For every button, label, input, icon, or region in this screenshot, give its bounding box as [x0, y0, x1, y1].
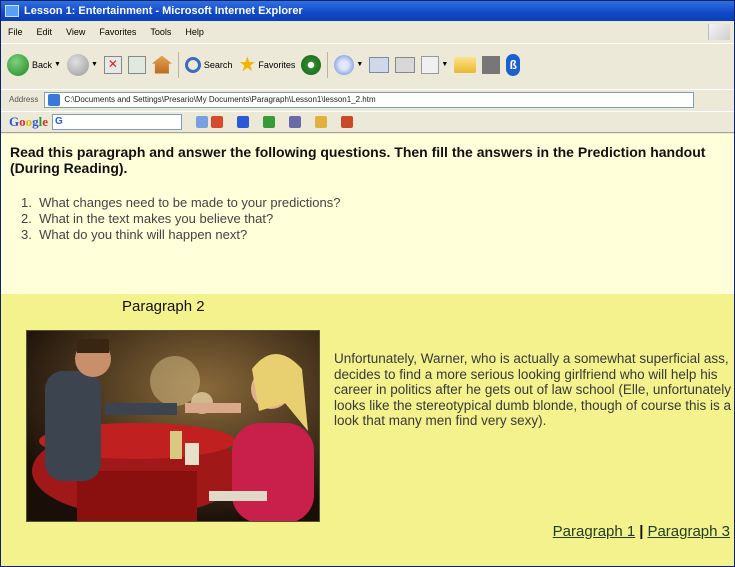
menu-view[interactable]: View — [59, 27, 92, 37]
print-button[interactable] — [395, 56, 416, 73]
folder-icon — [454, 56, 477, 73]
star-icon: ★ — [238, 53, 257, 76]
toolbar-separator — [177, 51, 179, 78]
question-item: 2. What in the text makes you believe th… — [21, 211, 274, 226]
address-input[interactable]: C:\Documents and Settings\Presario\My Do… — [44, 91, 695, 108]
paragraph-heading: Paragraph 2 — [122, 298, 205, 315]
menu-edit[interactable]: Edit — [30, 27, 60, 37]
question-item: 3. What do you think will happen next? — [21, 227, 248, 242]
chevron-down-icon[interactable]: ▼ — [441, 61, 448, 68]
home-icon — [151, 55, 172, 74]
instructions-text: Read this paragraph and answer the follo… — [10, 144, 706, 176]
chevron-down-icon[interactable]: ▼ — [356, 61, 363, 68]
page-icon — [48, 93, 61, 106]
menu-favorites[interactable]: Favorites — [92, 27, 143, 37]
back-label: Back — [32, 59, 53, 70]
menu-help[interactable]: Help — [178, 27, 211, 37]
window-title: Lesson 1: Entertainment - Microsoft Inte… — [24, 5, 303, 17]
address-url: C:\Documents and Settings\Presario\My Do… — [64, 95, 376, 104]
chevron-down-icon[interactable]: ▼ — [54, 61, 61, 68]
popup-blocker-icon — [341, 116, 354, 128]
title-bar[interactable]: Lesson 1: Entertainment - Microsoft Inte… — [1, 1, 734, 21]
home-button[interactable] — [151, 55, 172, 74]
edit-button[interactable]: ▼ — [421, 55, 448, 74]
paragraph-text: Unfortunately, Warner, who is actually a… — [334, 351, 731, 429]
dinner-scene-illustration — [27, 331, 319, 521]
printer-icon — [395, 56, 416, 73]
menu-bar: File Edit View Favorites Tools Help — [1, 23, 734, 41]
paragraph-3-link[interactable]: Paragraph 3 — [647, 523, 730, 540]
edit-icon — [421, 55, 440, 74]
search-button[interactable]: Search — [184, 56, 233, 73]
google-news-button[interactable] — [237, 116, 250, 128]
mail-button[interactable] — [369, 56, 390, 73]
search-web-icon — [196, 116, 209, 128]
nav-separator: | — [639, 523, 644, 540]
highlight-icon — [315, 116, 328, 128]
refresh-icon — [127, 55, 146, 74]
chevron-down-icon[interactable]: ▼ — [91, 61, 98, 68]
media-button[interactable] — [301, 54, 322, 75]
stop-button[interactable] — [103, 55, 122, 74]
history-button[interactable]: ▼ — [334, 54, 363, 75]
question-item: 1. What changes need to be made to your … — [21, 195, 341, 210]
google-popup-button[interactable] — [341, 116, 354, 128]
folder-button[interactable] — [454, 56, 477, 73]
google-search-input[interactable]: G — [52, 114, 183, 130]
ie-page-icon — [5, 5, 19, 17]
paragraph-navigation: Paragraph 1 | Paragraph 3 — [553, 523, 730, 540]
paragraph-1-link[interactable]: Paragraph 1 — [553, 523, 636, 540]
bluetooth-icon: ß — [506, 53, 521, 76]
favorites-button[interactable]: ★ Favorites — [238, 55, 295, 75]
toolbar-separator — [327, 51, 329, 78]
options-icon — [289, 116, 302, 128]
forward-button[interactable]: ▼ — [66, 53, 98, 76]
pagerank-icon — [211, 116, 224, 128]
favorites-label: Favorites — [258, 59, 296, 70]
research-button[interactable] — [482, 55, 501, 74]
news-icon — [237, 116, 250, 128]
windows-logo — [708, 24, 730, 40]
google-highlight-button[interactable] — [315, 116, 328, 128]
address-bar: Address C:\Documents and Settings\Presar… — [1, 89, 734, 109]
pagerank-bar-icon — [263, 116, 276, 128]
back-arrow-icon — [7, 53, 29, 76]
media-icon — [301, 54, 322, 75]
google-options-button[interactable] — [289, 116, 302, 128]
stop-icon — [103, 55, 122, 74]
address-label: Address — [9, 95, 39, 104]
menu-tools[interactable]: Tools — [143, 27, 178, 37]
question-list: 1. What changes need to be made to your … — [21, 195, 340, 243]
google-toolbar: Google G — [1, 111, 734, 133]
google-logo[interactable]: Google — [9, 114, 48, 130]
back-button[interactable]: Back ▼ — [7, 53, 61, 76]
standard-toolbar: Back ▼ ▼ Search ★ Favorites ▼ ▼ — [1, 43, 734, 85]
search-icon — [184, 56, 201, 73]
research-icon — [482, 55, 501, 74]
mail-icon — [369, 56, 390, 73]
refresh-button[interactable] — [127, 55, 146, 74]
google-pagerank-button[interactable] — [263, 116, 276, 128]
search-label: Search — [203, 59, 233, 70]
menu-file[interactable]: File — [1, 27, 30, 37]
page-content: Read this paragraph and answer the follo… — [1, 134, 734, 566]
bluetooth-button[interactable]: ß — [506, 53, 521, 76]
browser-window: Lesson 1: Entertainment - Microsoft Inte… — [0, 0, 735, 567]
google-search-button[interactable] — [196, 116, 224, 128]
dinner-scene-image — [26, 330, 320, 522]
forward-arrow-icon — [66, 53, 89, 76]
history-icon — [334, 54, 355, 75]
